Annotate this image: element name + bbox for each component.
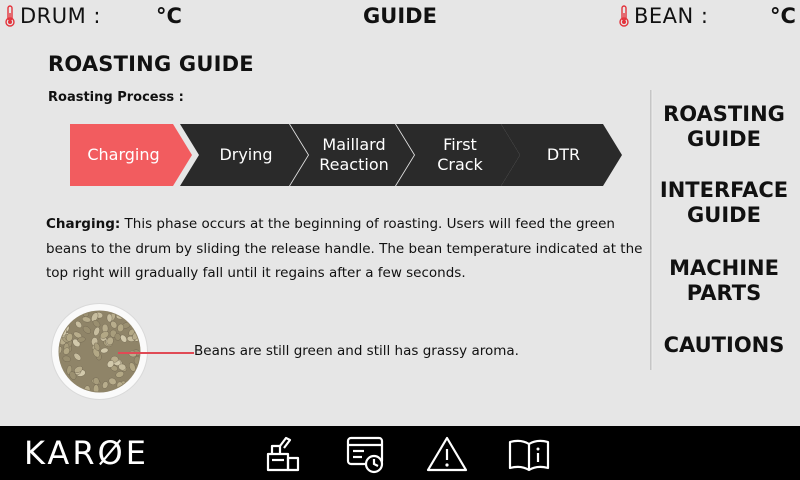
step-label: Charging — [87, 145, 160, 164]
thermometer-icon — [619, 5, 629, 27]
menu-interface-guide[interactable]: INTERFACE GUIDE — [652, 178, 796, 228]
step-label: Maillard Reaction — [319, 135, 389, 174]
menu-roasting-guide[interactable]: ROASTING GUIDE — [652, 102, 796, 152]
bottom-nav-bar: KARØE — [0, 426, 800, 480]
step-label: First Crack — [437, 135, 483, 174]
bean-temperature: BEAN : °C — [618, 4, 796, 28]
guide-book-icon[interactable] — [507, 434, 551, 474]
process-label: Roasting Process : — [48, 90, 184, 105]
coffee-bean — [59, 386, 64, 392]
image-caption: Beans are still green and still has gras… — [194, 343, 519, 359]
bean-label: BEAN : — [634, 4, 709, 28]
step-text: This phase occurs at the beginning of ro… — [46, 216, 643, 281]
menu-machine-parts[interactable]: MACHINE PARTS — [652, 256, 796, 306]
step-label: Drying — [219, 145, 273, 164]
step-description: Charging: This phase occurs at the begin… — [46, 212, 646, 286]
coffee-bean — [131, 311, 140, 315]
bean-unit: °C — [770, 4, 796, 28]
step-term: Charging: — [46, 216, 121, 232]
coffee-bean — [106, 313, 113, 323]
roast-profile-icon[interactable] — [344, 434, 388, 474]
warning-icon[interactable] — [425, 434, 469, 474]
caption-pointer — [118, 352, 194, 354]
status-bar: DRUM : °C GUIDE BEAN : °C — [0, 0, 800, 34]
menu-cautions[interactable]: CAUTIONS — [652, 333, 796, 358]
roaster-machine-icon[interactable] — [262, 434, 306, 474]
page-title: ROASTING GUIDE — [48, 52, 254, 76]
brand-logo: KARØE — [24, 434, 149, 472]
step-label: DTR — [546, 145, 581, 164]
roasting-process-steps: Charging Drying Maillard Reaction First Cra… — [70, 124, 630, 186]
